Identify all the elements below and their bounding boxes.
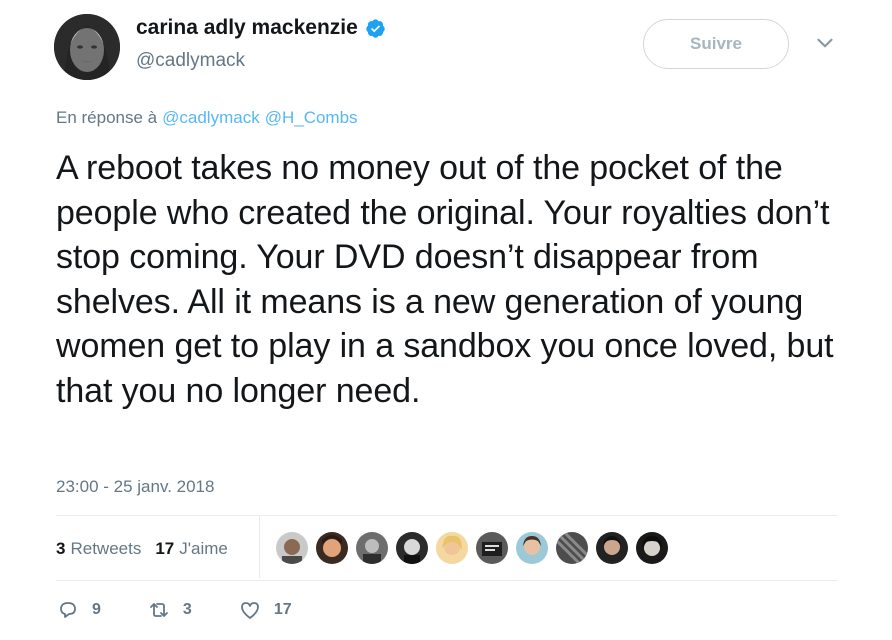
- reply-icon: [60, 602, 76, 618]
- reply-context: En réponse à @cadlymack @H_Combs: [56, 108, 358, 128]
- tweet-stats: 3 Retweets 17 J'aime: [56, 539, 228, 559]
- reply-prefix: En réponse à: [56, 108, 158, 127]
- reply-handle-link[interactable]: @H_Combs: [265, 108, 358, 127]
- chevron-down-icon[interactable]: [812, 30, 838, 56]
- likes-stat[interactable]: 17 J'aime: [155, 539, 228, 559]
- liker-avatar[interactable]: [436, 532, 468, 564]
- like-button[interactable]: 17: [238, 598, 292, 622]
- divider: [56, 515, 838, 516]
- reply-button[interactable]: 9: [56, 598, 101, 622]
- liker-avatar[interactable]: [396, 532, 428, 564]
- reply-count: 9: [92, 601, 101, 618]
- action-bar: 9 3 17: [56, 598, 292, 622]
- liker-avatar[interactable]: [516, 532, 548, 564]
- heart-icon: [240, 602, 259, 619]
- follow-button[interactable]: Suivre: [643, 19, 789, 69]
- liker-avatar[interactable]: [596, 532, 628, 564]
- divider: [56, 580, 838, 581]
- avatar-image: [54, 14, 120, 80]
- likes-label: J'aime: [179, 539, 228, 558]
- retweets-label: Retweets: [70, 539, 142, 558]
- retweet-icon: [150, 603, 168, 617]
- liker-avatars: [276, 532, 676, 564]
- tweet-text: A reboot takes no money out of the pocke…: [56, 149, 834, 410]
- verified-badge-icon: [366, 18, 385, 38]
- likes-count: 17: [155, 539, 175, 558]
- stats-separator: [259, 516, 260, 578]
- liker-avatar[interactable]: [556, 532, 588, 564]
- author-name-row[interactable]: carina adly mackenzie: [136, 16, 386, 40]
- retweets-count: 3: [56, 539, 66, 558]
- author-display-name[interactable]: carina adly mackenzie: [136, 16, 358, 40]
- author-handle[interactable]: @cadlymack: [136, 50, 245, 72]
- liker-avatar[interactable]: [356, 532, 388, 564]
- liker-avatar[interactable]: [476, 532, 508, 564]
- retweet-button[interactable]: 3: [147, 598, 192, 622]
- liker-avatar[interactable]: [636, 532, 668, 564]
- reply-handle-link[interactable]: @cadlymack: [162, 108, 260, 127]
- retweet-count: 3: [182, 601, 192, 618]
- author-avatar[interactable]: [54, 14, 120, 80]
- like-count: 17: [273, 601, 292, 618]
- tweet-timestamp[interactable]: 23:00 - 25 janv. 2018: [56, 477, 214, 497]
- liker-avatar[interactable]: [276, 532, 308, 564]
- liker-avatar[interactable]: [316, 532, 348, 564]
- retweets-stat[interactable]: 3 Retweets: [56, 539, 141, 559]
